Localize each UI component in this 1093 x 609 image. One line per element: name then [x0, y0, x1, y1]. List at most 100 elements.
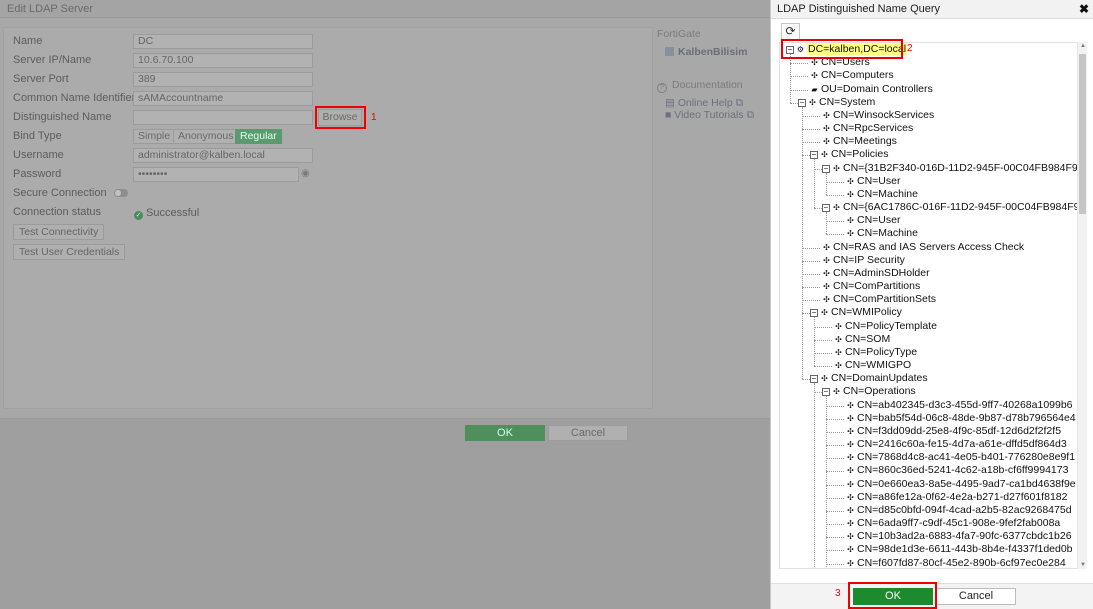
tree-connector: [826, 405, 844, 407]
video-tutorials-link[interactable]: ■ Video Tutorials ⧉: [665, 109, 754, 122]
bind-type-regular[interactable]: Regular: [235, 129, 282, 144]
distinguished-name-field[interactable]: [133, 110, 313, 125]
dialog-cancel-button[interactable]: Cancel: [936, 588, 1016, 605]
tree-connector: [826, 458, 844, 460]
tree-node[interactable]: ▰ OU=Domain Controllers: [810, 83, 932, 96]
scroll-down-icon[interactable]: ▼: [1080, 562, 1086, 568]
tree-node[interactable]: − ✣ CN=WMIPolicy: [810, 306, 902, 319]
bind-type-simple[interactable]: Simple: [133, 129, 176, 144]
tree-node[interactable]: ✣ CN=a86fe12a-0f62-4e2a-b271-d27f601f8182: [846, 491, 1067, 504]
tree-node[interactable]: ✣ CN=User: [846, 214, 900, 227]
tree-node[interactable]: ✣ CN=WMIGPO: [834, 359, 911, 372]
tree-node[interactable]: − ✣ CN=Policies: [810, 148, 888, 161]
tree-node[interactable]: ✣ CN=2416c60a-fe15-4d7a-a61e-dffd5df864d3: [846, 438, 1067, 451]
side-device-name: KalbenBilisim: [678, 46, 748, 58]
tree-node[interactable]: ✣ CN=10b3ad2a-6883-4fa7-90fc-6377cbdc1b26: [846, 530, 1071, 543]
container-icon: ✣: [847, 426, 854, 436]
tree-node[interactable]: ✣ CN=Machine: [846, 227, 918, 240]
scroll-up-icon[interactable]: ▲: [1080, 43, 1086, 49]
server-port-label: Server Port: [13, 73, 69, 85]
collapse-icon[interactable]: −: [822, 164, 830, 173]
tree-node-label: CN=IP Security: [833, 253, 905, 266]
tree-node[interactable]: − ✣ CN={6AC1786C-016F-11D2-945F-00C04FB984…: [822, 201, 1077, 214]
collapse-icon[interactable]: −: [810, 151, 818, 160]
tree-node-label: CN=bab5f54d-06c8-48de-9b87-d78b796564e4: [857, 411, 1076, 424]
tree-node-label: CN=860c36ed-5241-4c62-a18b-cf6ff9994173: [857, 464, 1069, 477]
collapse-icon[interactable]: −: [810, 375, 818, 384]
server-port-field[interactable]: 389: [133, 72, 313, 87]
panel-cancel-button[interactable]: Cancel: [548, 425, 628, 441]
scroll-thumb[interactable]: [1079, 54, 1086, 214]
collapse-icon[interactable]: −: [822, 388, 830, 397]
tree-node[interactable]: ✣ CN=860c36ed-5241-4c62-a18b-cf6ff9994173: [846, 464, 1068, 477]
tree-node[interactable]: ✣ CN=98de1d3e-6611-443b-8b4e-f4337f1ded0b: [846, 543, 1072, 556]
tree-node[interactable]: ✣ CN=ab402345-d3c3-455d-9ff7-40268a1099b6: [846, 399, 1072, 412]
dialog-title: LDAP Distinguished Name Query: [777, 3, 941, 15]
tree-connector: [814, 168, 822, 170]
tree-node[interactable]: ✣ CN=ComPartitionSets: [822, 293, 936, 306]
tree-guide-line: [790, 54, 791, 103]
tree-node[interactable]: − ✣ CN={31B2F340-016D-11D2-945F-00C04FB984…: [822, 162, 1077, 175]
tree-node[interactable]: ✣ CN=AdminSDHolder: [822, 267, 929, 280]
tree-node[interactable]: ✣ CN=SOM: [834, 333, 890, 346]
tree-connector: [802, 379, 810, 381]
test-user-credentials-button[interactable]: Test User Credentials: [13, 244, 126, 260]
tree-node[interactable]: ✣ CN=RpcServices: [822, 122, 913, 135]
tree-scrollbar[interactable]: ▲ ▼: [1077, 42, 1087, 569]
container-icon: ✣: [847, 479, 854, 489]
tree-node[interactable]: ✣ CN=PolicyTemplate: [834, 320, 937, 333]
tree-node[interactable]: ✣ CN=d85c0bfd-094f-4cad-a2b5-82ac9268475d: [846, 503, 1072, 517]
collapse-icon[interactable]: −: [810, 309, 818, 318]
tree-node[interactable]: ✣ CN=bab5f54d-06c8-48de-9b87-d78b796564e4: [846, 412, 1076, 425]
tree-node[interactable]: ✣ CN=f607fd87-80cf-45e2-890b-6cf97ec0e284: [846, 557, 1066, 568]
secure-connection-toggle[interactable]: [114, 189, 128, 197]
tree-node[interactable]: ✣ CN=f3dd09dd-25e8-4f9c-85df-12d6d2f2f2f5: [846, 425, 1061, 438]
tree-node[interactable]: ✣ CN=IP Security: [822, 254, 905, 267]
tree-node[interactable]: ✣ CN=0e660ea3-8a5e-4495-9ad7-ca1bd4638f9e: [846, 478, 1076, 491]
password-field[interactable]: ••••••••: [133, 167, 299, 182]
tree-node[interactable]: ✣ CN=ComPartitions: [822, 280, 920, 293]
tree-node-label: CN=SOM: [845, 332, 891, 345]
side-panel-title: FortiGate: [657, 28, 701, 40]
tree-node[interactable]: ✣ CN=7868d4c8-ac41-4e05-b401-776280e8e9f1: [846, 451, 1075, 464]
show-password-icon[interactable]: ◉: [301, 168, 310, 179]
container-icon: ✣: [821, 374, 828, 384]
tree-node[interactable]: ✣ CN=Computers: [810, 69, 894, 82]
collapse-icon[interactable]: −: [798, 98, 806, 107]
container-icon: ✣: [821, 308, 828, 318]
tree-node[interactable]: ✣ CN=RAS and IAS Servers Access Check: [822, 241, 1024, 254]
server-ip-field[interactable]: 10.6.70.100: [133, 53, 313, 68]
tree-node[interactable]: − ✣ CN=System: [798, 96, 875, 109]
tree-node[interactable]: ✣ CN=WinsockServices: [822, 109, 934, 122]
collapse-icon[interactable]: −: [822, 204, 830, 213]
close-icon[interactable]: ✖: [1079, 2, 1089, 16]
tree-node[interactable]: ✣ CN=6ada9ff7-c9df-45c1-908e-9fef2fab008a: [846, 517, 1060, 530]
tree-node[interactable]: ✣ CN=Machine: [846, 188, 918, 201]
online-help-label: Online Help: [677, 97, 733, 109]
tree-connector: [826, 471, 844, 473]
bind-type-anonymous[interactable]: Anonymous: [173, 129, 239, 144]
container-icon: ✣: [835, 347, 842, 357]
refresh-button[interactable]: ⟳: [781, 23, 800, 40]
name-field[interactable]: DC: [133, 34, 313, 49]
tree-node-label: CN=WMIGPO: [845, 359, 912, 372]
tree-node[interactable]: ✣ CN=PolicyType: [834, 346, 917, 359]
browse-step-marker: 1: [371, 112, 377, 123]
tree-node[interactable]: ✣ CN=User: [846, 175, 900, 188]
tree-guide-line: [814, 159, 815, 209]
browse-highlight-box: [315, 106, 366, 129]
container-icon: ✣: [823, 110, 830, 120]
tree-node[interactable]: − ✣ CN=DomainUpdates: [810, 372, 928, 385]
tree-connector: [826, 194, 844, 196]
panel-ok-button[interactable]: OK: [465, 425, 545, 441]
tree-node[interactable]: ✣ CN=Meetings: [822, 135, 897, 148]
username-field[interactable]: administrator@kalben.local: [133, 148, 313, 163]
tree-node-label: CN=d85c0bfd-094f-4cad-a2b5-82ac9268475d: [857, 503, 1072, 516]
distinguished-name-label: Distinguished Name: [13, 111, 112, 123]
container-icon: ✣: [821, 150, 828, 160]
common-name-identifier-field[interactable]: sAMAccountname: [133, 91, 313, 106]
tree-node[interactable]: − ✣ CN=Operations: [822, 385, 916, 398]
help-circle-icon: ?: [657, 83, 667, 93]
check-circle-icon: ✓: [134, 211, 143, 220]
test-connectivity-button[interactable]: Test Connectivity: [13, 224, 105, 240]
